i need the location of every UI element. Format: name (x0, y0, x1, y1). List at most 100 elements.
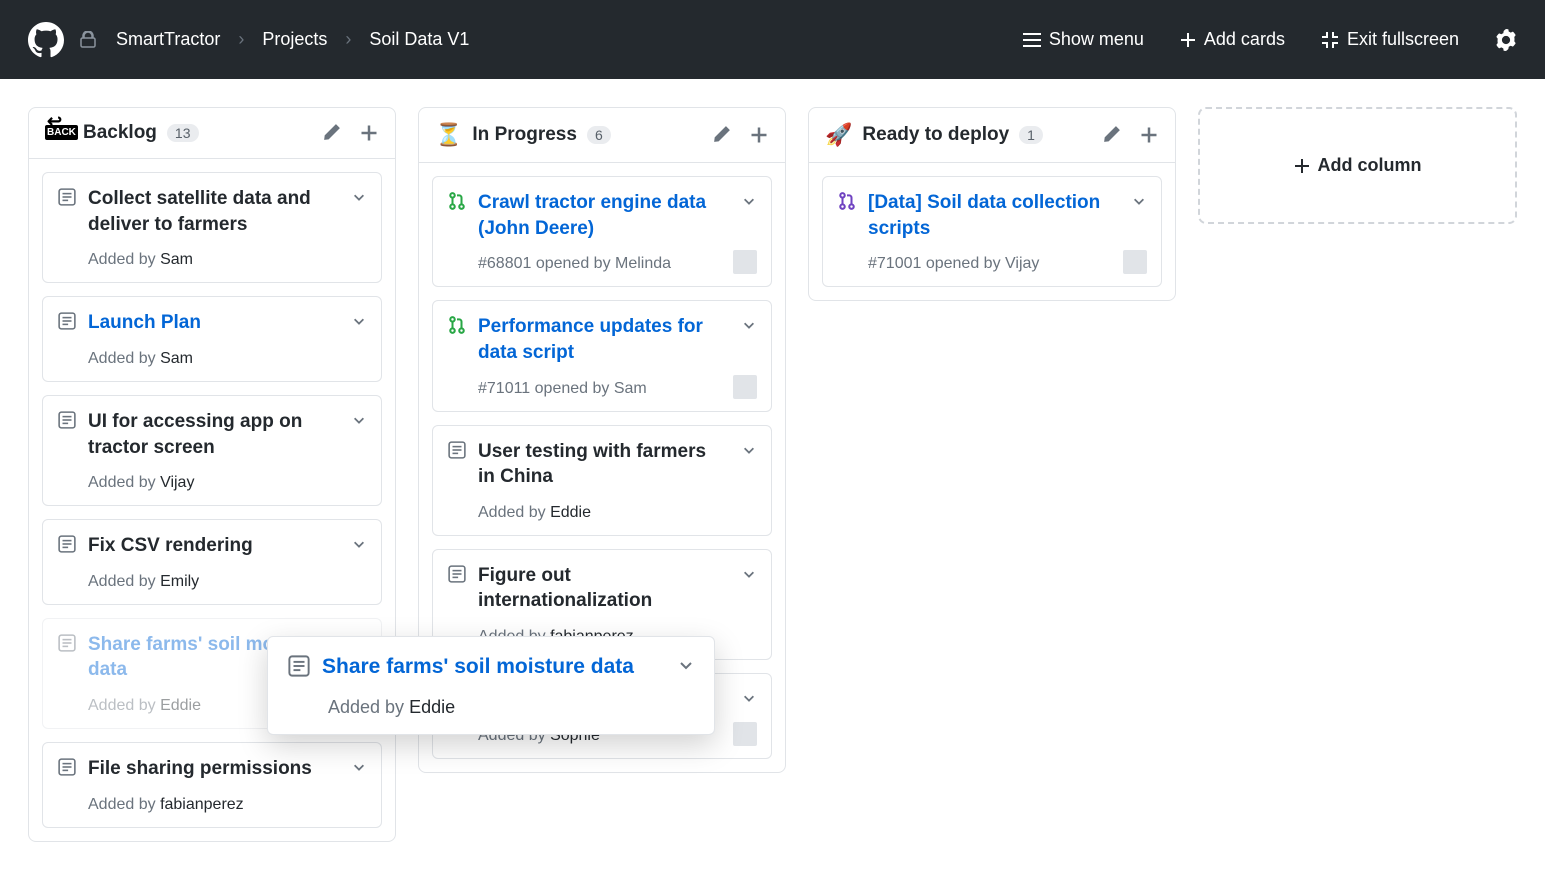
avatar (733, 722, 757, 746)
card-meta: #68801 opened by Melinda (448, 255, 756, 273)
add-column-button[interactable]: Add column (1198, 107, 1517, 224)
card[interactable]: File sharing permissions Added by fabianp… (42, 742, 382, 828)
card-meta: Added by Eddie (288, 697, 694, 718)
chevron-down-icon[interactable] (352, 314, 366, 328)
top-header: SmartTractor › Projects › Soil Data V1 S… (0, 0, 1545, 79)
exit-fullscreen-icon (1321, 31, 1339, 49)
card[interactable]: Crawl tractor engine data (John Deere) #6… (432, 176, 772, 287)
column-title: Backlog (83, 122, 157, 144)
dragging-card[interactable]: Share farms' soil moisture data Added by… (267, 636, 715, 735)
board: BACK Backlog 13 Collect satellite data and … (0, 79, 1545, 870)
chevron-down-icon[interactable] (678, 657, 694, 673)
pencil-icon[interactable] (323, 123, 341, 141)
chevron-down-icon[interactable] (352, 190, 366, 204)
chevron-down-icon[interactable] (742, 443, 756, 457)
pull-request-icon (838, 192, 856, 210)
card[interactable]: Collect satellite data and deliver to fa… (42, 172, 382, 283)
card-title: [Data] Soil data collection scripts (868, 190, 1114, 241)
breadcrumb-separator-icon: › (238, 29, 244, 50)
column-count: 6 (587, 126, 611, 144)
breadcrumb-project-name[interactable]: Soil Data V1 (369, 29, 469, 50)
card-meta: Added by Sam (58, 350, 366, 368)
avatar (733, 250, 757, 274)
card-title: Figure out internationalization (478, 563, 724, 614)
note-icon (58, 758, 76, 776)
cards-list: [Data] Soil data collection scripts #7100… (809, 163, 1175, 300)
breadcrumb-repo[interactable]: SmartTractor (116, 29, 220, 50)
card-title: File sharing permissions (88, 756, 334, 782)
card-title: Fix CSV rendering (88, 533, 334, 559)
column-emoji-icon: 🚀 (825, 122, 852, 148)
card[interactable]: User testing with farmers in China Added … (432, 425, 772, 536)
plus-icon[interactable] (1139, 125, 1159, 145)
note-icon (58, 188, 76, 206)
breadcrumb: SmartTractor › Projects › Soil Data V1 (80, 29, 469, 50)
exit-fullscreen-label: Exit fullscreen (1347, 29, 1459, 50)
note-icon (448, 441, 466, 459)
plus-icon[interactable] (359, 123, 379, 143)
cards-list: Collect satellite data and deliver to fa… (29, 159, 395, 841)
card[interactable]: Launch Plan Added by Sam (42, 296, 382, 382)
pull-request-icon (448, 316, 466, 334)
column-actions (713, 125, 769, 145)
note-icon (58, 634, 76, 652)
column-count: 1 (1019, 126, 1043, 144)
chevron-down-icon[interactable] (742, 318, 756, 332)
add-column-label: Add column (1318, 155, 1422, 176)
card-title: Crawl tractor engine data (John Deere) (478, 190, 724, 241)
column-header: ⏳ In Progress 6 (419, 108, 785, 163)
note-icon (58, 312, 76, 330)
card-title: User testing with farmers in China (478, 439, 724, 490)
note-icon (448, 565, 466, 583)
note-icon (288, 655, 310, 677)
note-icon (58, 535, 76, 553)
column-header: 🚀Ready to deploy1 (809, 108, 1175, 163)
chevron-down-icon[interactable] (352, 537, 366, 551)
column-emoji-icon: ⏳ (435, 122, 462, 148)
card[interactable]: Performance updates for data script#7101… (432, 300, 772, 411)
lock-icon (80, 31, 96, 49)
menu-icon (1023, 33, 1041, 47)
breadcrumb-projects[interactable]: Projects (262, 29, 327, 50)
chevron-down-icon[interactable] (742, 691, 756, 705)
column: 🚀Ready to deploy1 [Data] Soil data collec… (808, 107, 1176, 301)
column-actions (1103, 125, 1159, 145)
card-meta: Added by Eddie (448, 504, 756, 522)
add-cards-label: Add cards (1204, 29, 1285, 50)
show-menu-button[interactable]: Show menu (1023, 29, 1144, 50)
pencil-icon[interactable] (713, 125, 731, 143)
card-meta: Added by Sam (58, 251, 366, 269)
pencil-icon[interactable] (1103, 125, 1121, 143)
card-meta: Added by Vijay (58, 474, 366, 492)
exit-fullscreen-button[interactable]: Exit fullscreen (1321, 29, 1459, 50)
column-count: 13 (167, 124, 199, 142)
column-title: In Progress (472, 124, 577, 146)
chevron-down-icon[interactable] (352, 760, 366, 774)
chevron-down-icon[interactable] (1132, 194, 1146, 208)
card-title: Launch Plan (88, 310, 334, 336)
plus-icon[interactable] (749, 125, 769, 145)
pull-request-icon (448, 192, 466, 210)
card-meta: Added by fabianperez (58, 796, 366, 814)
avatar (1123, 250, 1147, 274)
card-title: Collect satellite data and deliver to fa… (88, 186, 334, 237)
chevron-down-icon[interactable] (352, 413, 366, 427)
plus-icon (1180, 32, 1196, 48)
column-header: BACK Backlog 13 (29, 108, 395, 159)
add-cards-button[interactable]: Add cards (1180, 29, 1285, 50)
card[interactable]: UI for accessing app on tractor screen Ad… (42, 395, 382, 506)
card[interactable]: [Data] Soil data collection scripts #7100… (822, 176, 1162, 287)
card-meta: #71001 opened by Vijay (838, 255, 1146, 273)
back-emoji-icon: BACK (45, 122, 73, 144)
card-title: UI for accessing app on tractor screen (88, 409, 334, 460)
card-title: Share farms' soil moisture data (322, 653, 660, 681)
show-menu-label: Show menu (1049, 29, 1144, 50)
chevron-down-icon[interactable] (742, 567, 756, 581)
gear-icon[interactable] (1495, 29, 1517, 51)
card[interactable]: Fix CSV renderingAdded by Emily (42, 519, 382, 605)
plus-icon (1294, 158, 1310, 174)
chevron-down-icon[interactable] (742, 194, 756, 208)
github-logo-icon[interactable] (28, 22, 64, 58)
card-title: Performance updates for data script (478, 314, 724, 365)
note-icon (58, 411, 76, 429)
